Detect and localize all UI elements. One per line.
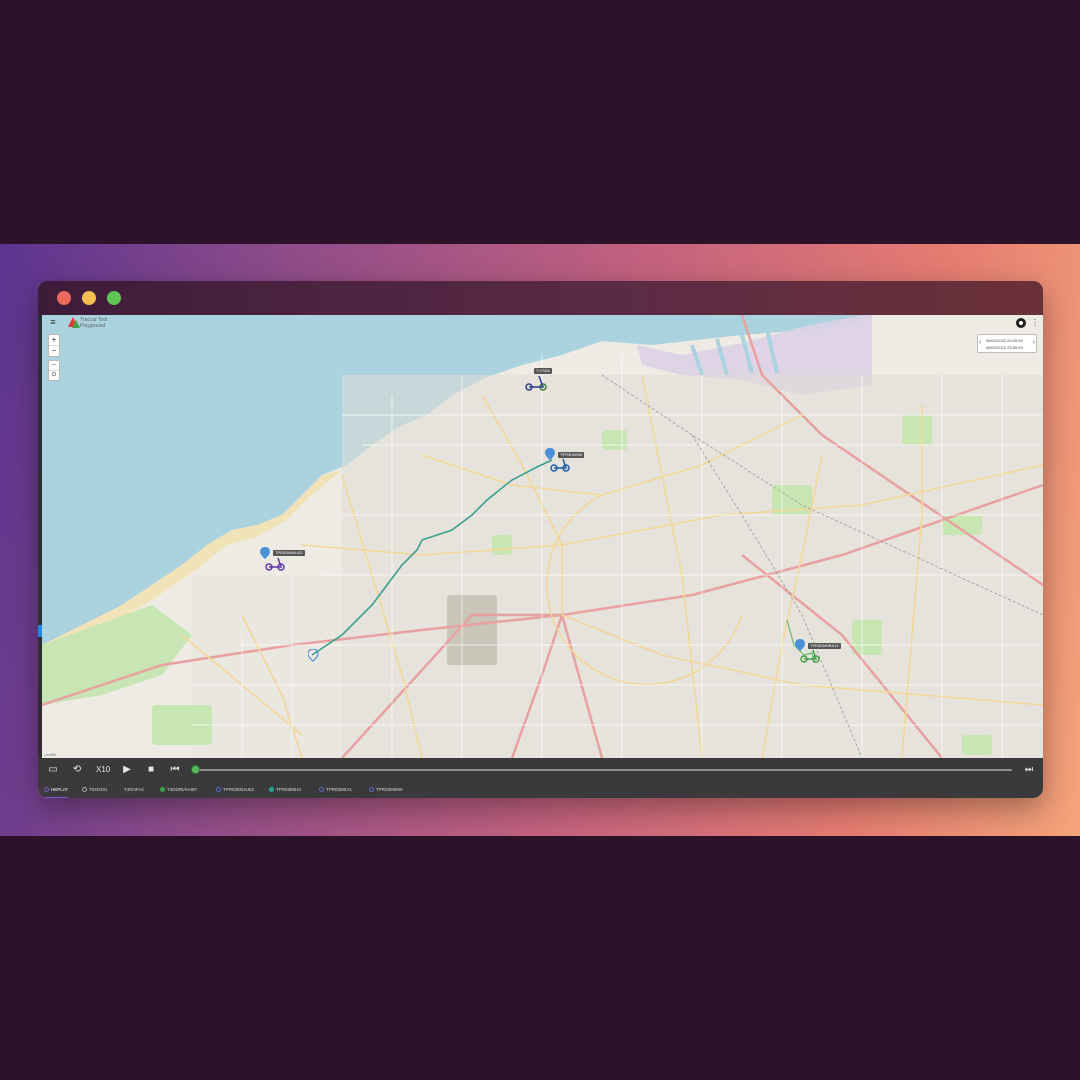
close-window-button[interactable] <box>57 291 71 305</box>
tab-device[interactable]: T4DDRIAH487 <box>160 785 197 797</box>
tab-device[interactable]: TPR03M0M0 <box>369 785 403 797</box>
minimize-window-button[interactable] <box>82 291 96 305</box>
device-label: TPR03M04U52 <box>273 550 305 556</box>
skip-start-icon[interactable]: ⏮ <box>170 764 180 776</box>
measure-button[interactable]: ⇔ <box>49 361 59 371</box>
device-label: T-YS2A <box>534 368 552 374</box>
map-tool-control: ⇔ ⊙ <box>48 360 60 381</box>
tab-device[interactable]: TPR03M041 <box>269 785 301 797</box>
hamburger-icon[interactable]: ≡ <box>47 317 59 327</box>
kebab-menu-icon[interactable]: ⋮ <box>1031 317 1039 329</box>
zoom-in-button[interactable]: + <box>49 335 59 346</box>
chevron-left-icon[interactable]: ‹ <box>979 339 981 346</box>
tab-device[interactable]: T4DHFA4 <box>124 785 144 797</box>
tab-device[interactable]: TPR03M0A1 <box>319 785 352 797</box>
route-start-marker[interactable] <box>308 649 320 663</box>
chevron-right-icon[interactable]: › <box>1033 339 1035 346</box>
map-attribution[interactable]: Leaflet <box>44 752 56 757</box>
device-label: TPR3DM0RA12 <box>808 643 841 649</box>
github-icon[interactable] <box>1016 318 1026 328</box>
speed-selector[interactable]: X10 <box>96 765 110 774</box>
map-view[interactable]: T-YS2A TPR3DM0M TPR03M04U52 TPR3DM0RA12 … <box>42 315 1043 758</box>
window-titlebar <box>38 281 1043 315</box>
tab-device[interactable]: TPR03M04U52 <box>216 785 254 797</box>
skip-end-icon[interactable]: ⏭ <box>1025 764 1033 775</box>
zoom-out-button[interactable]: − <box>49 346 59 356</box>
zoom-control: + − <box>48 334 60 357</box>
screen-icon[interactable]: ▭ <box>46 764 60 776</box>
replay-progress-track[interactable] <box>195 769 1012 771</box>
maximize-window-button[interactable] <box>107 291 121 305</box>
tab-device[interactable]: T04D401 <box>82 785 108 797</box>
device-label: TPR3DM0M <box>558 452 585 458</box>
locate-button[interactable]: ⊙ <box>49 371 59 380</box>
date-end: 06/02/2022 23:59:59 <box>986 345 1023 350</box>
play-icon[interactable]: ▶ <box>122 764 132 776</box>
replay-progress-thumb[interactable] <box>191 765 200 774</box>
browser-window: T-YS2A TPR3DM0M TPR03M04U52 TPR3DM0RA12 … <box>38 281 1043 798</box>
replay-icon[interactable]: ⟲ <box>70 764 84 776</box>
date-start: 06/02/2022 00:00:00 <box>986 338 1023 343</box>
date-range-picker[interactable]: ‹ 06/02/2022 00:00:00 06/02/2022 23:59:5… <box>977 334 1037 353</box>
stop-icon[interactable]: ■ <box>146 764 156 776</box>
tab-device[interactable]: HEPLAT <box>44 785 69 798</box>
app-logo: Traccar Tool Playground <box>68 317 112 331</box>
replay-control-bar: ▭ ⟲ X10 ▶ ■ ⏮ ⏭ HEPLAT T04D401 T4DHFA4 T… <box>38 758 1043 798</box>
traccar-app: T-YS2A TPR3DM0M TPR03M04U52 TPR3DM0RA12 … <box>38 315 1043 798</box>
scooter-marker-1[interactable] <box>522 373 552 393</box>
